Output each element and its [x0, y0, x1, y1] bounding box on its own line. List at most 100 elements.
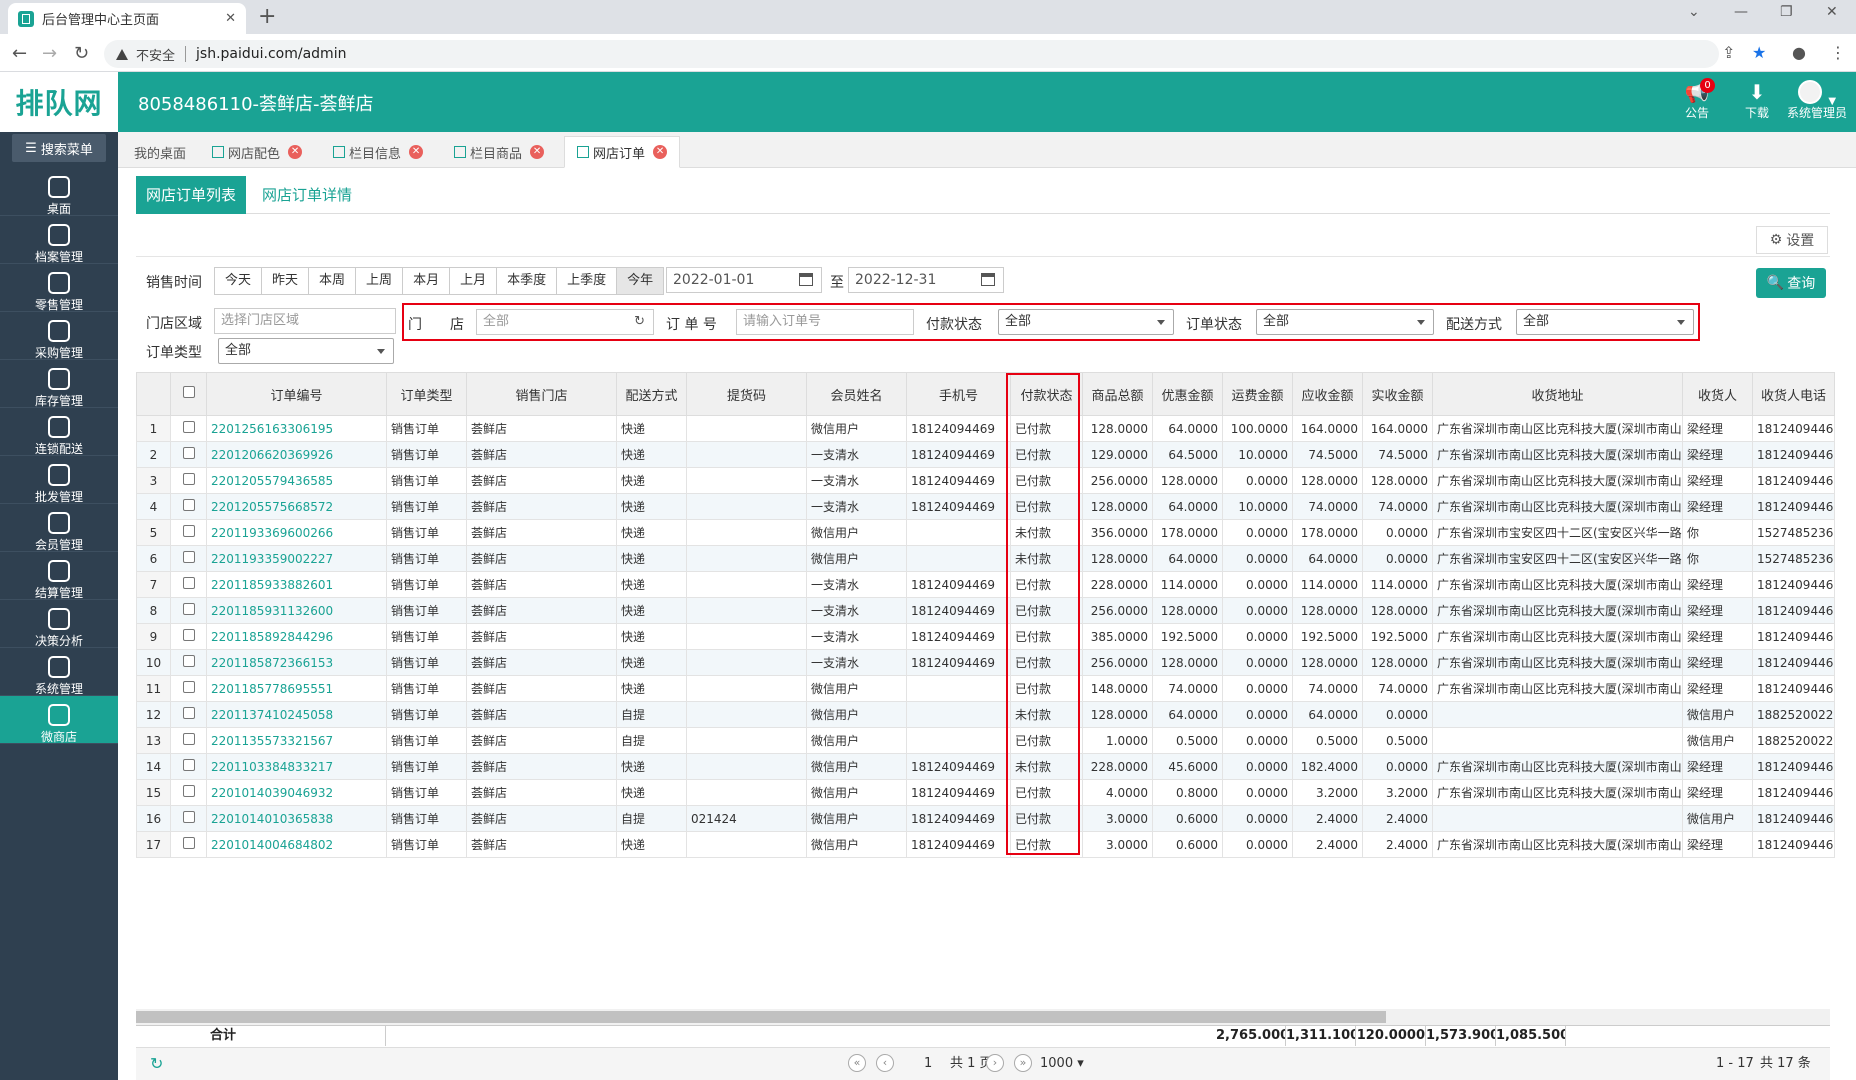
column-header[interactable]: 手机号 — [906, 372, 1011, 416]
download-button[interactable]: ⬇ 下载 — [1732, 80, 1782, 121]
date-button[interactable]: 本周 — [309, 268, 357, 294]
table-row[interactable]: 16 2201014010365838 销售订单 荟鲜店 自提 021424 微信用户 181… — [136, 805, 1835, 832]
row-checkbox[interactable] — [170, 571, 207, 598]
order-number-link[interactable]: 2201185892844296 — [206, 623, 387, 650]
row-checkbox[interactable] — [170, 441, 207, 468]
date-button[interactable]: 本月 — [403, 268, 451, 294]
order-number-link[interactable]: 2201193359002227 — [206, 545, 387, 572]
date-from-input[interactable]: 2022-01-01 — [666, 267, 822, 293]
user-menu[interactable]: ▼ 系统管理员 — [1782, 80, 1852, 121]
order-number-link[interactable]: 2201185933882601 — [206, 571, 387, 598]
sidebar-item-cart[interactable]: 采购管理 — [0, 312, 118, 360]
first-page-icon[interactable]: « — [848, 1054, 866, 1072]
column-header[interactable]: 优惠金额 — [1152, 372, 1223, 416]
table-row[interactable]: 13 2201135573321567 销售订单 荟鲜店 自提 微信用户 已付款 1.0000… — [136, 727, 1835, 754]
row-checkbox[interactable] — [170, 727, 207, 754]
reload-icon[interactable]: ↻ — [74, 43, 89, 64]
order-no-input[interactable]: 请输入订单号 — [736, 309, 914, 335]
tab-order-detail[interactable]: 网店订单详情 — [252, 176, 362, 214]
calendar-icon[interactable] — [981, 273, 995, 286]
omnibox[interactable]: 不安全 jsh.paidui.com/admin — [104, 40, 1719, 68]
table-row[interactable]: 3 2201205579436585 销售订单 荟鲜店 快递 一支清水 1812409446… — [136, 467, 1835, 494]
delivery-select[interactable]: 全部 — [1516, 309, 1694, 335]
table-row[interactable]: 4 2201205575668572 销售订单 荟鲜店 快递 一支清水 1812409446… — [136, 493, 1835, 520]
table-row[interactable]: 11 2201185778695551 销售订单 荟鲜店 快递 微信用户 已付款 148.00… — [136, 675, 1835, 702]
profile-icon[interactable]: ● — [1792, 43, 1806, 62]
notice-button[interactable]: 📢 0 公告 — [1672, 78, 1722, 121]
tab-column-info[interactable]: 栏目信息 ✕ — [321, 136, 435, 168]
table-row[interactable]: 5 2201193369600266 销售订单 荟鲜店 快递 微信用户 未付款 356.000… — [136, 519, 1835, 546]
order-number-link[interactable]: 2201185931132600 — [206, 597, 387, 624]
row-checkbox[interactable] — [170, 805, 207, 832]
sidebar-item-wholesale[interactable]: 批发管理 — [0, 456, 118, 504]
new-tab-icon[interactable]: + — [258, 4, 276, 29]
page-size-select[interactable]: 1000 ▾ — [1040, 1054, 1084, 1074]
column-header[interactable]: 订单类型 — [386, 372, 467, 416]
sidebar-item-settlement[interactable]: 结算管理 — [0, 552, 118, 600]
share-icon[interactable]: ⇪ — [1722, 43, 1735, 62]
row-checkbox[interactable] — [170, 701, 207, 728]
restore-icon[interactable]: ❐ — [1780, 4, 1793, 20]
tab-close-icon[interactable]: ✕ — [409, 145, 424, 159]
search-menu-button[interactable]: ☰ 搜索菜单 — [12, 134, 106, 162]
tab-my-desktop[interactable]: 我的桌面 — [122, 136, 198, 168]
row-checkbox[interactable] — [170, 545, 207, 572]
horizontal-scrollbar[interactable] — [136, 1009, 1830, 1025]
table-row[interactable]: 14 2201103384833217 销售订单 荟鲜店 快递 微信用户 181240944… — [136, 753, 1835, 780]
date-to-input[interactable]: 2022-12-31 — [848, 267, 1004, 293]
table-row[interactable]: 17 2201014004684802 销售订单 荟鲜店 快递 微信用户 181240944… — [136, 831, 1835, 858]
sidebar-item-delivery[interactable]: 连锁配送 — [0, 408, 118, 456]
row-checkbox[interactable] — [170, 493, 207, 520]
back-icon[interactable]: ← — [12, 43, 27, 64]
column-header[interactable]: 收货人电话 — [1752, 372, 1835, 416]
refresh-table-icon[interactable]: ↻ — [150, 1054, 163, 1074]
sidebar-item-dashboard[interactable]: 桌面 — [0, 168, 118, 216]
select-all-checkbox[interactable] — [170, 372, 207, 416]
menu-dots-icon[interactable]: ⋮ — [1830, 43, 1846, 62]
query-button[interactable]: 🔍 查询 — [1756, 268, 1826, 298]
scroll-thumb[interactable] — [136, 1011, 1386, 1023]
row-checkbox[interactable] — [170, 753, 207, 780]
column-header[interactable]: 运费金额 — [1222, 372, 1293, 416]
date-button[interactable]: 本季度 — [497, 268, 558, 294]
order-number-link[interactable]: 2201014010365838 — [206, 805, 387, 832]
tab-shop-orders[interactable]: 网店订单 ✕ — [564, 136, 681, 168]
table-row[interactable]: 12 2201137410245058 销售订单 荟鲜店 自提 微信用户 未付款 128.00… — [136, 701, 1835, 728]
sidebar-item-shop[interactable]: 微商店 — [0, 696, 118, 744]
column-header[interactable]: 会员姓名 — [806, 372, 907, 416]
column-header[interactable]: 配送方式 — [616, 372, 687, 416]
order-number-link[interactable]: 2201256163306195 — [206, 415, 387, 442]
table-row[interactable]: 8 2201185931132600 销售订单 荟鲜店 快递 一支清水 1812409446… — [136, 597, 1835, 624]
order-number-link[interactable]: 2201185778695551 — [206, 675, 387, 702]
date-button[interactable]: 上月 — [450, 268, 498, 294]
row-checkbox[interactable] — [170, 675, 207, 702]
refresh-icon[interactable]: ↻ — [634, 310, 645, 334]
column-header[interactable]: 商品总额 — [1082, 372, 1153, 416]
sidebar-item-store[interactable]: 零售管理 — [0, 264, 118, 312]
date-button[interactable]: 上季度 — [557, 268, 618, 294]
column-header[interactable]: 提货码 — [686, 372, 807, 416]
sidebar-item-settings[interactable]: 系统管理 — [0, 648, 118, 696]
row-checkbox[interactable] — [170, 415, 207, 442]
browser-tab[interactable]: 后台管理中心主页面 ✕ — [8, 3, 246, 34]
window-close-icon[interactable]: ✕ — [1826, 4, 1838, 20]
column-header[interactable]: 收货地址 — [1432, 372, 1683, 416]
order-number-link[interactable]: 2201135573321567 — [206, 727, 387, 754]
date-button[interactable]: 昨天 — [262, 268, 310, 294]
table-row[interactable]: 10 2201185872366153 销售订单 荟鲜店 快递 一支清水 181240944… — [136, 649, 1835, 676]
sidebar-item-archive[interactable]: 档案管理 — [0, 216, 118, 264]
tab-close-icon[interactable]: ✕ — [653, 145, 668, 159]
minimize-icon[interactable]: — — [1734, 4, 1748, 20]
column-header[interactable]: 销售门店 — [466, 372, 617, 416]
sidebar-item-inventory[interactable]: 库存管理 — [0, 360, 118, 408]
column-header[interactable]: 应收金额 — [1292, 372, 1363, 416]
table-row[interactable]: 7 2201185933882601 销售订单 荟鲜店 快递 一支清水 1812409446… — [136, 571, 1835, 598]
order-number-link[interactable]: 2201205579436585 — [206, 467, 387, 494]
row-checkbox[interactable] — [170, 597, 207, 624]
order-number-link[interactable]: 2201206620369926 — [206, 441, 387, 468]
tab-column-goods[interactable]: 栏目商品 ✕ — [442, 136, 556, 168]
row-checkbox[interactable] — [170, 831, 207, 858]
column-header[interactable]: 收货人 — [1682, 372, 1753, 416]
logo[interactable]: 排队网 — [0, 72, 118, 132]
column-header[interactable]: 实收金额 — [1362, 372, 1433, 416]
